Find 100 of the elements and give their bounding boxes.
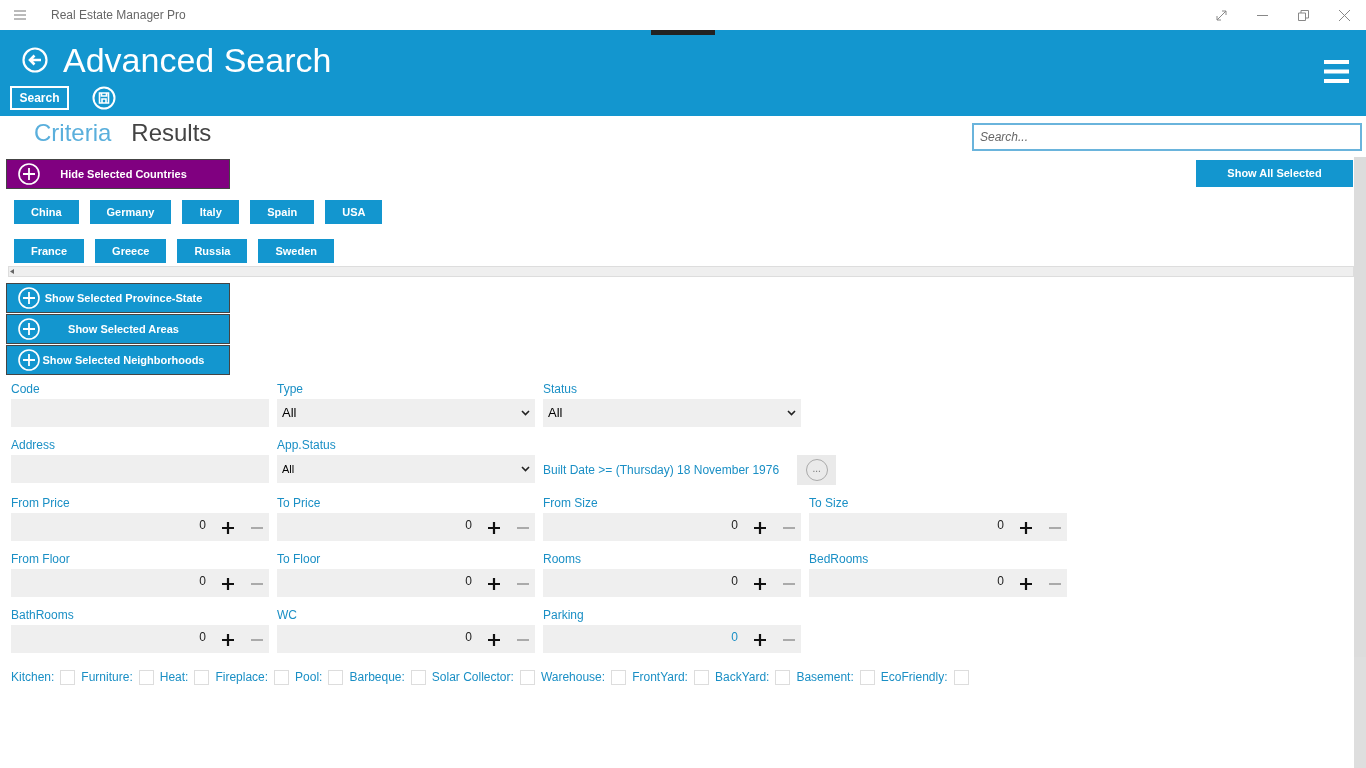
- field-label: To Size: [809, 495, 850, 511]
- minus-icon[interactable]: [517, 639, 529, 641]
- country-chip[interactable]: Germany: [89, 200, 172, 224]
- tab[interactable]: Results: [131, 115, 212, 151]
- checkbox[interactable]: [328, 669, 344, 685]
- checkbox-label: Kitchen:: [11, 669, 55, 686]
- number-field[interactable]: 0: [809, 513, 1067, 541]
- checkbox-label: FrontYard:: [632, 669, 688, 686]
- plus-icon[interactable]: [1020, 578, 1032, 590]
- field-label: To Floor: [277, 551, 322, 567]
- number-field[interactable]: 0: [11, 569, 269, 597]
- restore-icon[interactable]: [1298, 9, 1309, 21]
- number-field[interactable]: 0: [543, 513, 801, 541]
- country-chip[interactable]: China: [14, 200, 79, 224]
- country-chip[interactable]: Italy: [182, 200, 240, 224]
- plus-circle-icon: [18, 318, 40, 340]
- window-title: Real Estate Manager Pro: [51, 7, 186, 24]
- chevron-down-icon: [787, 410, 796, 416]
- country-chip[interactable]: Russia: [177, 239, 248, 263]
- plus-icon[interactable]: [488, 578, 500, 590]
- number-field[interactable]: 0: [11, 513, 269, 541]
- number-field[interactable]: 0: [543, 569, 801, 597]
- dropdown[interactable]: All: [543, 399, 801, 427]
- toggle-button[interactable]: Show Selected Areas: [6, 314, 230, 344]
- number-field[interactable]: 0: [809, 569, 1067, 597]
- country-chip[interactable]: Spain: [250, 200, 315, 224]
- plus-icon[interactable]: [222, 578, 234, 590]
- dropdown[interactable]: All: [277, 455, 535, 483]
- country-chip[interactable]: France: [14, 239, 85, 263]
- toggle-button[interactable]: Hide Selected Countries: [6, 159, 230, 189]
- field-label: Code: [11, 381, 41, 397]
- minus-icon[interactable]: [783, 527, 795, 529]
- country-chip[interactable]: Sweden: [258, 239, 335, 263]
- minus-icon[interactable]: [251, 527, 263, 529]
- checkbox[interactable]: [693, 669, 709, 685]
- field-label: From Floor: [11, 551, 71, 567]
- plus-icon[interactable]: [1020, 522, 1032, 534]
- field-label: BedRooms: [809, 551, 870, 567]
- field-label: WC: [277, 607, 298, 623]
- minus-icon[interactable]: [251, 583, 263, 585]
- country-chip[interactable]: USA: [325, 200, 383, 224]
- minus-icon[interactable]: [783, 583, 795, 585]
- scroll-left-icon[interactable]: [10, 269, 14, 274]
- show-all-selected-button[interactable]: Show All Selected: [1196, 160, 1353, 187]
- checkbox[interactable]: [410, 669, 426, 685]
- minus-icon[interactable]: [783, 639, 795, 641]
- date-label: Built Date >= (Thursday) 18 November 1976: [543, 462, 780, 479]
- minus-icon[interactable]: [1049, 527, 1061, 529]
- checkbox[interactable]: [953, 669, 969, 685]
- search-button[interactable]: Search: [10, 86, 69, 110]
- checkbox-label: Barbeque:: [349, 669, 405, 686]
- minus-icon[interactable]: [517, 527, 529, 529]
- horizontal-scrollbar[interactable]: [8, 266, 1354, 277]
- checkbox-label: EcoFriendly:: [880, 669, 948, 686]
- number-field[interactable]: 0: [277, 513, 535, 541]
- plus-icon[interactable]: [754, 522, 766, 534]
- number-field[interactable]: 0: [11, 625, 269, 653]
- checkbox[interactable]: [859, 669, 875, 685]
- tab[interactable]: Criteria: [34, 115, 112, 151]
- checkbox[interactable]: [775, 669, 791, 685]
- close-icon[interactable]: [1339, 9, 1350, 21]
- plus-icon[interactable]: [754, 634, 766, 646]
- plus-icon[interactable]: [488, 522, 500, 534]
- plus-icon[interactable]: [488, 634, 500, 646]
- back-icon[interactable]: [22, 47, 48, 73]
- minus-icon[interactable]: [1049, 583, 1061, 585]
- toggle-button[interactable]: Show Selected Province-State: [6, 283, 230, 313]
- checkbox[interactable]: [194, 669, 210, 685]
- save-icon[interactable]: [92, 86, 116, 110]
- checkbox[interactable]: [138, 669, 154, 685]
- checkbox-label: BackYard:: [714, 669, 770, 686]
- checkbox[interactable]: [519, 669, 535, 685]
- plus-icon[interactable]: [754, 578, 766, 590]
- checkbox-label: Fireplace:: [215, 669, 269, 686]
- plus-circle-icon: [18, 163, 40, 185]
- checkbox-label: Basement:: [796, 669, 854, 686]
- checkbox[interactable]: [60, 669, 76, 685]
- field-label: App.Status: [277, 437, 337, 453]
- field-label: Rooms: [543, 551, 582, 567]
- number-field[interactable]: 0: [277, 625, 535, 653]
- menu-icon[interactable]: [14, 10, 26, 20]
- plus-icon[interactable]: [222, 634, 234, 646]
- search-field[interactable]: Search...: [972, 123, 1362, 151]
- field-label: From Size: [543, 495, 599, 511]
- minus-icon[interactable]: [251, 639, 263, 641]
- toggle-button[interactable]: Show Selected Neighborhoods: [6, 345, 230, 375]
- number-field[interactable]: 0: [543, 625, 801, 653]
- country-chip[interactable]: Greece: [95, 239, 167, 263]
- dropdown[interactable]: All: [277, 399, 535, 427]
- plus-icon[interactable]: [222, 522, 234, 534]
- checkbox[interactable]: [611, 669, 627, 685]
- date-picker-button[interactable]: ...: [797, 455, 837, 485]
- field-label: From Price: [11, 495, 71, 511]
- fullscreen-icon[interactable]: [1216, 9, 1227, 21]
- plus-circle-icon: [18, 349, 40, 371]
- minus-icon[interactable]: [517, 583, 529, 585]
- field-label: Status: [543, 381, 579, 397]
- checkbox-label: Pool:: [295, 669, 323, 686]
- number-field[interactable]: 0: [277, 569, 535, 597]
- checkbox[interactable]: [274, 669, 290, 685]
